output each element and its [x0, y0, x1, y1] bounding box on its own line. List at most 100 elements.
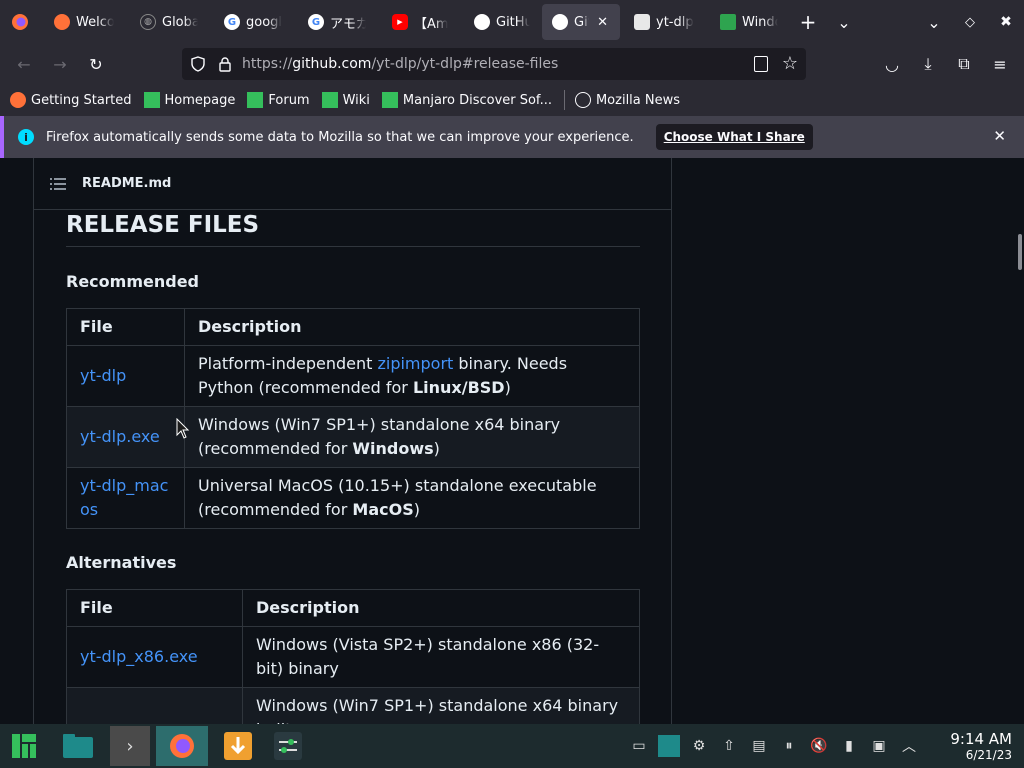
page-scrollbar-thumb[interactable] [1018, 234, 1022, 270]
choose-what-i-share-button[interactable]: Choose What I Share [655, 124, 813, 150]
usb-device-icon[interactable]: ▮ [838, 735, 860, 757]
update-icon[interactable]: ⇧ [718, 735, 740, 757]
url-host: github.com [292, 56, 372, 72]
downloads-icon[interactable]: ⤓ [910, 48, 946, 80]
reload-icon[interactable]: ↻ [78, 48, 114, 80]
url-scheme: https:// [242, 56, 293, 72]
forward-arrow-icon[interactable]: → [42, 48, 78, 80]
file-link-yt-dlp[interactable]: yt-dlp [80, 366, 126, 385]
tab-windows[interactable]: Windo [706, 0, 790, 44]
bookmark-separator [563, 90, 565, 110]
kde-connect-icon[interactable]: ⚙ [688, 735, 710, 757]
lock-icon[interactable] [218, 56, 232, 72]
youtube-icon: ▶ [392, 14, 408, 30]
firefox-icon [10, 92, 26, 108]
url-text: https://github.com/yt-dlp/yt-dlp#release… [242, 56, 558, 72]
firefox-icon [12, 14, 28, 30]
bookmark-wiki[interactable]: Wiki [321, 92, 370, 108]
file-cell: yt-dlp_x86.exe [66, 626, 243, 688]
tab-global[interactable]: ◍ Global [126, 0, 210, 44]
table-header-row: File Description [66, 589, 640, 627]
info-icon: i [18, 129, 34, 145]
clipboard-icon[interactable]: ▤ [748, 735, 770, 757]
outline-list-icon[interactable] [50, 177, 66, 190]
list-tabs-chevron-icon[interactable]: ⌄ [826, 0, 862, 44]
clock-date: 6/21/23 [965, 748, 1012, 762]
tab-github-active[interactable]: GitHub ✕ [542, 4, 620, 40]
file-link-yt-dlp-macos[interactable]: yt-dlp_macos [80, 476, 168, 519]
file-cell [66, 687, 243, 724]
notification-text: Firefox automatically sends some data to… [46, 129, 634, 145]
window-close-icon[interactable]: ✖ [988, 0, 1024, 44]
manjaro-icon [381, 92, 398, 108]
show-desktop-icon[interactable]: ▭ [628, 735, 650, 757]
pocket-icon[interactable]: ◡ [874, 48, 910, 80]
firefox-icon [54, 14, 70, 30]
description-cell: Platform-independent zipimport binary. N… [184, 345, 640, 407]
extensions-icon[interactable]: ⧉ [946, 48, 982, 80]
column-header-file: File [66, 589, 243, 627]
firefox-taskbar-icon[interactable] [156, 726, 208, 766]
reader-view-icon[interactable] [754, 56, 768, 72]
firefox-view-button[interactable] [0, 0, 40, 44]
konsole-icon[interactable]: › [110, 726, 150, 766]
globe-icon: ◍ [140, 14, 156, 30]
file-link-yt-dlp-exe[interactable]: yt-dlp.exe [80, 427, 160, 446]
file-manager-icon[interactable] [58, 726, 98, 766]
manjaro-menu-icon[interactable] [4, 726, 44, 766]
right-sidebar [672, 158, 1018, 724]
bookmark-manjaro-discover[interactable]: Manjaro Discover Sof... [381, 92, 552, 108]
download-manager-icon[interactable] [218, 726, 258, 766]
workspace-pager-icon[interactable] [658, 735, 680, 757]
file-cell: yt-dlp.exe [66, 406, 185, 468]
new-tab-button[interactable]: + [790, 0, 826, 44]
bookmark-homepage[interactable]: Homepage [143, 92, 235, 108]
menu-hamburger-icon[interactable]: ≡ [982, 48, 1018, 80]
tab-welcome[interactable]: Welcome [40, 0, 126, 44]
bookmark-forum[interactable]: Forum [247, 92, 310, 108]
zipimport-link[interactable]: zipimport [377, 354, 453, 373]
window-menu-chevron-icon[interactable]: ⌄ [916, 0, 952, 44]
media-pause-icon[interactable]: ⏸ [778, 735, 800, 757]
tray-expand-chevron-icon[interactable]: ︿ [898, 735, 920, 757]
table-row: yt-dlp_macos Universal MacOS (10.15+) st… [66, 467, 640, 529]
clock[interactable]: 9:14 AM 6/21/23 [950, 730, 1012, 762]
table-header-row: File Description [66, 308, 640, 346]
table-row: yt-dlp Platform-independent zipimport bi… [66, 345, 640, 407]
mouse-cursor-icon [176, 418, 190, 439]
close-tab-icon[interactable]: ✕ [597, 15, 608, 30]
tab-yt-dlp[interactable]: yt-dlp [620, 0, 706, 44]
readme-box: README.md RELEASE FILES Recommended File… [33, 158, 672, 724]
column-header-description: Description [242, 589, 640, 627]
url-path: /yt-dlp/yt-dlp#release-files [371, 56, 559, 72]
manjaro-icon [321, 92, 338, 108]
tab-github[interactable]: GitHub [460, 0, 542, 44]
alternatives-heading: Alternatives [66, 553, 177, 572]
tab-google[interactable]: G google [210, 0, 294, 44]
navigation-toolbar: ← → ↻ https://github.com/yt-dlp/yt-dlp#r… [0, 44, 1024, 84]
volume-muted-icon[interactable]: 🔇 [808, 735, 830, 757]
address-bar[interactable]: https://github.com/yt-dlp/yt-dlp#release… [182, 48, 806, 80]
tab-youtube[interactable]: ▶ 【Amo [378, 0, 460, 44]
close-notification-icon[interactable]: ✕ [993, 127, 1006, 145]
google-icon: G [224, 14, 240, 30]
bookmark-getting-started[interactable]: Getting Started [10, 92, 132, 108]
column-header-description: Description [184, 308, 640, 346]
system-settings-icon[interactable] [268, 726, 308, 766]
shield-icon[interactable] [190, 56, 206, 72]
bookmark-star-icon[interactable]: ☆ [782, 53, 798, 74]
readme-header: README.md [34, 158, 671, 210]
file-cell: yt-dlp_macos [66, 467, 185, 529]
network-icon[interactable]: ▣ [868, 735, 890, 757]
clock-time: 9:14 AM [950, 730, 1012, 748]
window-keep-above-icon[interactable]: ◇ [952, 0, 988, 44]
description-cell: Windows (Win7 SP1+) standalone x64 binar… [184, 406, 640, 468]
manjaro-icon [143, 92, 160, 108]
description-cell: Windows (Win7 SP1+) standalone x64 binar… [242, 687, 640, 724]
back-arrow-icon[interactable]: ← [6, 48, 42, 80]
tab-google-2[interactable]: G アモガ [294, 0, 378, 44]
alternatives-table: File Description yt-dlp_x86.exe Windows … [66, 589, 640, 724]
bookmark-mozilla-news[interactable]: Mozilla News [574, 92, 680, 108]
google-icon: G [308, 14, 324, 30]
file-link-yt-dlp-x86-exe[interactable]: yt-dlp_x86.exe [80, 647, 198, 666]
